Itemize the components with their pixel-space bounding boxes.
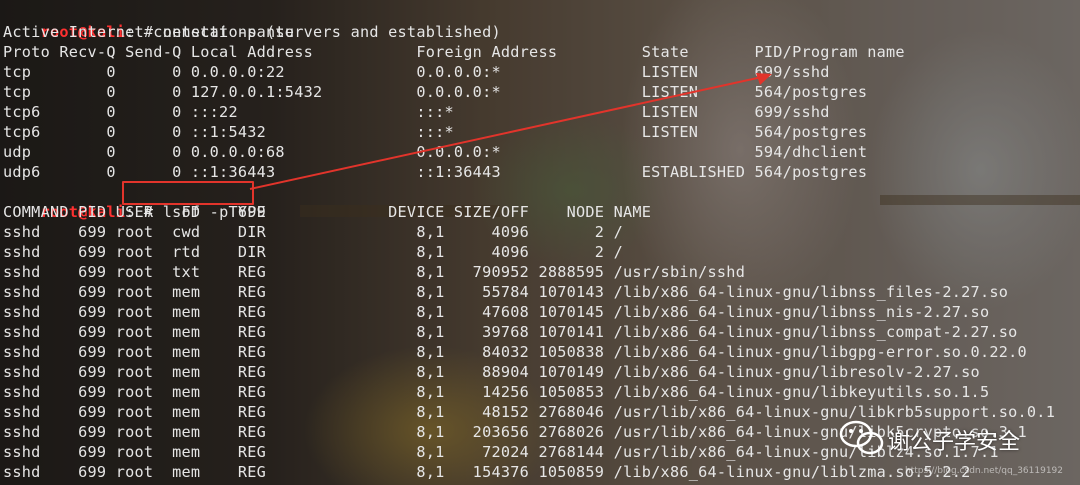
watermark-url: https://blog.csdn.net/qq_36119192	[905, 466, 1064, 476]
annotation-arrow	[249, 73, 772, 190]
annotation-arrow-line	[249, 76, 763, 190]
wechat-logo-icon	[839, 420, 884, 455]
annotation-arrow-head	[756, 73, 772, 85]
watermark-text: 谢公子学安全	[888, 430, 1021, 455]
